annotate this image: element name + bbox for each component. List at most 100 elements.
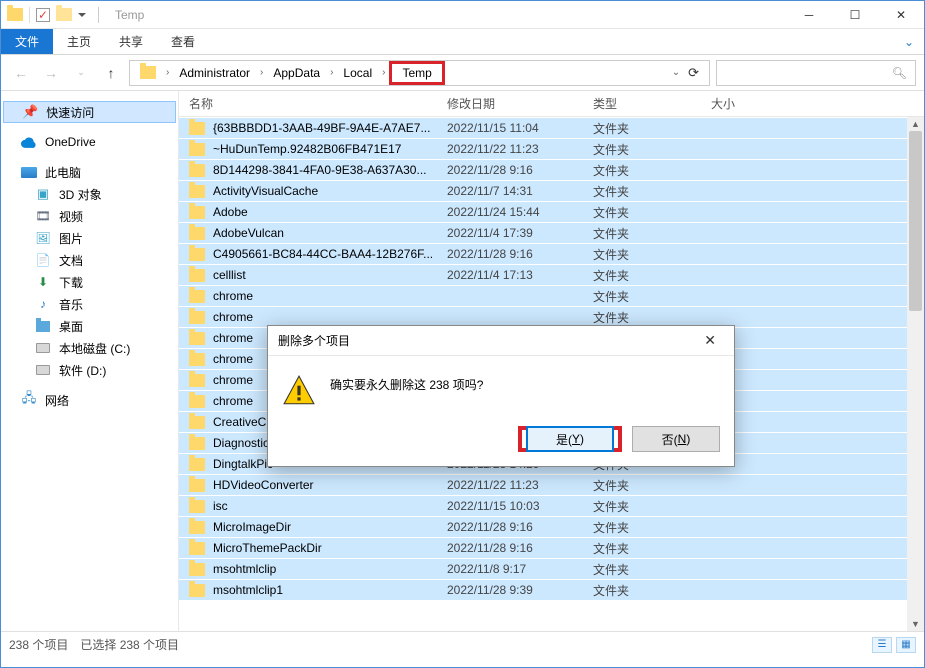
scroll-up-icon[interactable]: ▲ [907, 117, 924, 131]
maximize-button[interactable]: ☐ [832, 1, 878, 29]
dialog-no-button[interactable]: 否(N) [632, 426, 720, 452]
qat-checkbox-icon[interactable]: ✓ [36, 8, 50, 22]
file-date: 2022/11/28 9:16 [447, 247, 593, 261]
file-type: 文件夹 [593, 162, 711, 179]
folder-icon [189, 353, 205, 366]
quick-access-icon: 📌 [22, 104, 38, 120]
file-name: chrome [213, 289, 447, 303]
close-button[interactable]: ✕ [878, 1, 924, 29]
sidebar-local-disk-c[interactable]: 本地磁盘 (C:) [1, 337, 178, 359]
videos-icon: 🎞 [35, 209, 51, 223]
table-row[interactable]: ActivityVisualCache2022/11/7 14:31文件夹 [179, 180, 924, 201]
recent-dropdown-icon[interactable]: ⌄ [69, 61, 93, 85]
crumb-sep-icon[interactable]: › [258, 67, 265, 78]
dialog-close-button[interactable]: ✕ [696, 328, 724, 353]
view-details-button[interactable]: ☰ [872, 637, 892, 653]
sidebar-onedrive[interactable]: OneDrive [1, 131, 178, 153]
sidebar-pictures[interactable]: 🖼 图片 [1, 227, 178, 249]
file-date: 2022/11/4 17:39 [447, 226, 593, 240]
file-type: 文件夹 [593, 498, 711, 515]
table-row[interactable]: ~HuDunTemp.92482B06FB471E172022/11/22 11… [179, 138, 924, 159]
documents-icon: 📄 [35, 253, 51, 267]
folder-icon [189, 311, 205, 324]
crumb-sep-icon[interactable]: › [380, 67, 387, 78]
address-dropdown-icon[interactable]: ⌄ [672, 67, 680, 78]
status-item-count: 238 个项目 [9, 636, 68, 653]
address-bar[interactable]: › Administrator › AppData › Local › Temp… [129, 60, 710, 86]
sidebar: 📌 快速访问 OneDrive 此电脑 ▣ 3D 对象 🎞 视频 🖼 图片 📄 … [1, 91, 179, 631]
sidebar-item-label: 桌面 [59, 318, 174, 335]
column-type[interactable]: 类型 [593, 95, 711, 112]
sidebar-item-label: 本地磁盘 (C:) [59, 340, 174, 357]
table-row[interactable]: chrome文件夹 [179, 285, 924, 306]
folder-icon [189, 542, 205, 555]
column-size[interactable]: 大小 [711, 95, 924, 112]
file-name: HDVideoConverter [213, 478, 447, 492]
sidebar-desktop[interactable]: 桌面 [1, 315, 178, 337]
delete-dialog: 删除多个项目 ✕ 确实要永久删除这 238 项吗? 是(Y) 否(N) [267, 325, 735, 467]
table-row[interactable]: HDVideoConverter2022/11/22 11:23文件夹 [179, 474, 924, 495]
crumb-appdata[interactable]: AppData [267, 64, 326, 82]
table-row[interactable]: Adobe2022/11/24 15:44文件夹 [179, 201, 924, 222]
qat-dropdown-icon[interactable] [78, 13, 86, 17]
sidebar-music[interactable]: ♪ 音乐 [1, 293, 178, 315]
folder-icon [189, 248, 205, 261]
sidebar-videos[interactable]: 🎞 视频 [1, 205, 178, 227]
sidebar-software-d[interactable]: 软件 (D:) [1, 359, 178, 381]
sidebar-3d-objects[interactable]: ▣ 3D 对象 [1, 183, 178, 205]
folder-icon [189, 395, 205, 408]
table-row[interactable]: 8D144298-3841-4FA0-9E38-A637A30...2022/1… [179, 159, 924, 180]
folder-icon [189, 584, 205, 597]
ribbon-expand-icon[interactable]: ⌄ [904, 29, 924, 54]
table-row[interactable]: isc2022/11/15 10:03文件夹 [179, 495, 924, 516]
table-row[interactable]: AdobeVulcan2022/11/4 17:39文件夹 [179, 222, 924, 243]
forward-button[interactable]: → [39, 61, 63, 85]
crumb-local[interactable]: Local [337, 64, 378, 82]
column-date[interactable]: 修改日期 [447, 95, 593, 112]
view-icons-button[interactable]: ▦ [896, 637, 916, 653]
scrollbar[interactable]: ▲ ▼ [907, 117, 924, 631]
crumb-sep-icon[interactable]: › [328, 67, 335, 78]
file-date: 2022/11/22 11:23 [447, 142, 593, 156]
file-name: MicroThemePackDir [213, 541, 447, 555]
folder-icon [189, 374, 205, 387]
sidebar-network[interactable]: 🖧 网络 [1, 389, 178, 411]
crumb-temp[interactable]: Temp [389, 61, 444, 85]
up-button[interactable]: ↑ [99, 61, 123, 85]
dialog-yes-button[interactable]: 是(Y) [526, 426, 614, 452]
scroll-down-icon[interactable]: ▼ [907, 617, 924, 631]
table-row[interactable]: msohtmlclip12022/11/28 9:39文件夹 [179, 579, 924, 600]
folder-icon [189, 206, 205, 219]
table-row[interactable]: chrome文件夹 [179, 306, 924, 327]
column-name[interactable]: 名称 [189, 95, 447, 112]
address-folder-icon [140, 66, 156, 79]
folder-icon [189, 143, 205, 156]
sidebar-documents[interactable]: 📄 文档 [1, 249, 178, 271]
qat-folder-icon[interactable] [56, 8, 72, 21]
sidebar-thispc[interactable]: 此电脑 [1, 161, 178, 183]
file-name: C4905661-BC84-44CC-BAA4-12B276F... [213, 247, 447, 261]
tab-view[interactable]: 查看 [157, 29, 209, 54]
sidebar-quick-access[interactable]: 📌 快速访问 [3, 101, 176, 123]
tab-file[interactable]: 文件 [1, 29, 53, 54]
drive-icon [35, 363, 51, 377]
table-row[interactable]: msohtmlclip2022/11/8 9:17文件夹 [179, 558, 924, 579]
table-row[interactable]: MicroThemePackDir2022/11/28 9:16文件夹 [179, 537, 924, 558]
back-button[interactable]: ← [9, 61, 33, 85]
folder-icon [189, 332, 205, 345]
crumb-sep-icon[interactable]: › [164, 67, 171, 78]
table-row[interactable]: C4905661-BC84-44CC-BAA4-12B276F...2022/1… [179, 243, 924, 264]
scroll-thumb[interactable] [909, 131, 922, 311]
file-type: 文件夹 [593, 246, 711, 263]
table-row[interactable]: {63BBBDD1-3AAB-49BF-9A4E-A7AE7...2022/11… [179, 117, 924, 138]
sidebar-downloads[interactable]: ⬇ 下载 [1, 271, 178, 293]
file-name: AdobeVulcan [213, 226, 447, 240]
tab-home[interactable]: 主页 [53, 29, 105, 54]
crumb-administrator[interactable]: Administrator [173, 64, 256, 82]
table-row[interactable]: MicroImageDir2022/11/28 9:16文件夹 [179, 516, 924, 537]
search-input[interactable]: 🔍︎ [716, 60, 916, 86]
tab-share[interactable]: 共享 [105, 29, 157, 54]
refresh-icon[interactable]: ⟳ [688, 65, 699, 81]
minimize-button[interactable]: ─ [786, 1, 832, 29]
table-row[interactable]: celllist2022/11/4 17:13文件夹 [179, 264, 924, 285]
